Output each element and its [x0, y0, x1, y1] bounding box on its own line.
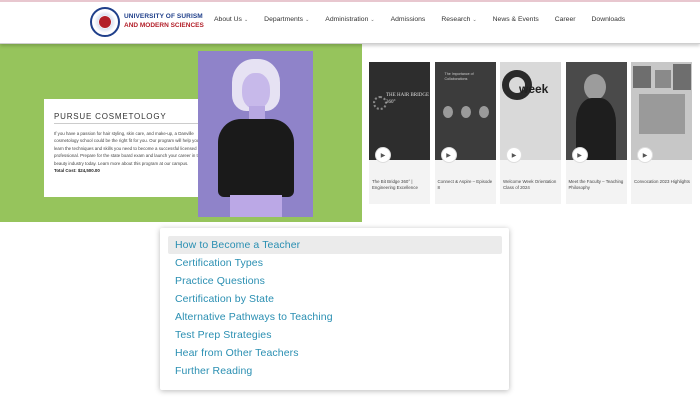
university-brand[interactable]: UNIVERSITY OF SURISM AND MODERN SCIENCES — [124, 12, 204, 30]
nav-item-news-events[interactable]: News & Events — [493, 16, 539, 23]
chevron-down-icon: ⌄ — [243, 17, 249, 23]
nav-item-administration[interactable]: Administration ⌄ — [325, 16, 374, 23]
video-thumbnail[interactable]: week — [500, 62, 561, 160]
video-card[interactable]: The Importance of Collaborations ▶ Conne… — [434, 62, 496, 204]
video-card[interactable]: ▶ Meet the Faculty – Teaching Philosophy — [565, 62, 627, 204]
university-logo-icon[interactable] — [90, 7, 120, 37]
video-thumb-text: THE HAIR BRIDGE 360° — [386, 93, 430, 105]
nav-item-career[interactable]: Career — [555, 16, 576, 23]
video-title[interactable]: Welcome Week Orientation Class of 2024 — [503, 179, 559, 191]
video-card[interactable]: week ▶ Welcome Week Orientation Class of… — [500, 62, 561, 204]
teaching-dropdown-menu: How to Become a Teacher Certification Ty… — [160, 228, 509, 390]
menu-item-practice-questions[interactable]: Practice Questions — [168, 272, 502, 290]
video-thumbnail[interactable]: The Importance of Collaborations — [434, 62, 496, 160]
nav-item-label: Career — [554, 16, 576, 23]
hero-portrait-image — [198, 51, 313, 217]
video-title[interactable]: Meet the Faculty – Teaching Philosophy — [569, 179, 625, 191]
video-thumb-text: week — [519, 82, 549, 96]
play-icon[interactable]: ▶ — [376, 148, 390, 162]
video-thumb-text: The Importance of Collaborations — [444, 72, 474, 81]
video-title[interactable]: Convocation 2023 Highlights — [634, 179, 690, 185]
header-accent-line — [0, 0, 700, 2]
nav-item-admissions[interactable]: Admissions — [391, 16, 426, 23]
nav-item-about-us[interactable]: About Us ⌄ — [214, 16, 248, 23]
program-card-divider — [54, 123, 198, 124]
program-card-total: Total Cost: $24,500.00 — [54, 168, 100, 174]
video-title[interactable]: Connect & Aspire – Episode 8 — [438, 179, 494, 191]
nav-item-label: Research — [441, 16, 471, 23]
nav-item-label: News & Events — [492, 16, 539, 23]
menu-item-further-reading[interactable]: Further Reading — [168, 362, 502, 380]
program-card-body: If you have a passion for hair styling, … — [54, 130, 204, 174]
brand-line-2: AND MODERN SCIENCES — [124, 22, 204, 29]
nav-item-label: Administration — [325, 16, 369, 23]
program-card-text: If you have a passion for hair styling, … — [54, 131, 203, 166]
play-icon[interactable]: ▶ — [638, 148, 652, 162]
video-thumbnail[interactable] — [631, 62, 692, 160]
menu-item-certification-by-state[interactable]: Certification by State — [168, 290, 502, 308]
program-card-title: PURSUE COSMETOLOGY — [54, 112, 167, 121]
chevron-down-icon: ⌄ — [370, 17, 375, 23]
nav-item-research[interactable]: Research ⌄ — [441, 16, 476, 23]
menu-item-test-prep-strategies[interactable]: Test Prep Strategies — [168, 326, 502, 344]
site-header: UNIVERSITY OF SURISM AND MODERN SCIENCES… — [0, 0, 700, 44]
video-carousel: THE HAIR BRIDGE 360° ▶ The Bit Bridge 36… — [369, 62, 692, 204]
menu-item-hear-from-other-teachers[interactable]: Hear from Other Teachers — [168, 344, 502, 362]
menu-item-certification-types[interactable]: Certification Types — [168, 254, 502, 272]
play-icon[interactable]: ▶ — [441, 148, 456, 162]
video-title[interactable]: The Bit Bridge 360° | Engineering Excell… — [372, 179, 428, 191]
brand-line-1: UNIVERSITY OF SURISM — [124, 13, 203, 20]
menu-item-how-to-become-a-teacher[interactable]: How to Become a Teacher — [168, 236, 502, 254]
nav-item-downloads[interactable]: Downloads — [592, 16, 626, 23]
play-icon[interactable]: ▶ — [507, 148, 521, 162]
nav-item-label: Admissions — [390, 16, 426, 23]
video-card[interactable]: ▶ Convocation 2023 Highlights — [631, 62, 692, 204]
nav-item-label: Departments — [264, 16, 304, 23]
nav-item-label: Downloads — [591, 16, 626, 23]
video-card[interactable]: THE HAIR BRIDGE 360° ▶ The Bit Bridge 36… — [369, 62, 430, 204]
nav-item-label: About Us — [214, 16, 242, 23]
video-thumbnail[interactable] — [565, 62, 627, 160]
video-thumbnail[interactable]: THE HAIR BRIDGE 360° — [369, 62, 430, 160]
nav-item-departments[interactable]: Departments ⌄ — [264, 16, 309, 23]
chevron-down-icon: ⌄ — [305, 17, 310, 23]
menu-item-alternative-pathways[interactable]: Alternative Pathways to Teaching — [168, 308, 502, 326]
main-nav: About Us ⌄ Departments ⌄ Administration ⌄ Admi… — [214, 16, 641, 23]
play-icon[interactable]: ▶ — [572, 148, 587, 162]
chevron-down-icon: ⌄ — [472, 17, 477, 23]
